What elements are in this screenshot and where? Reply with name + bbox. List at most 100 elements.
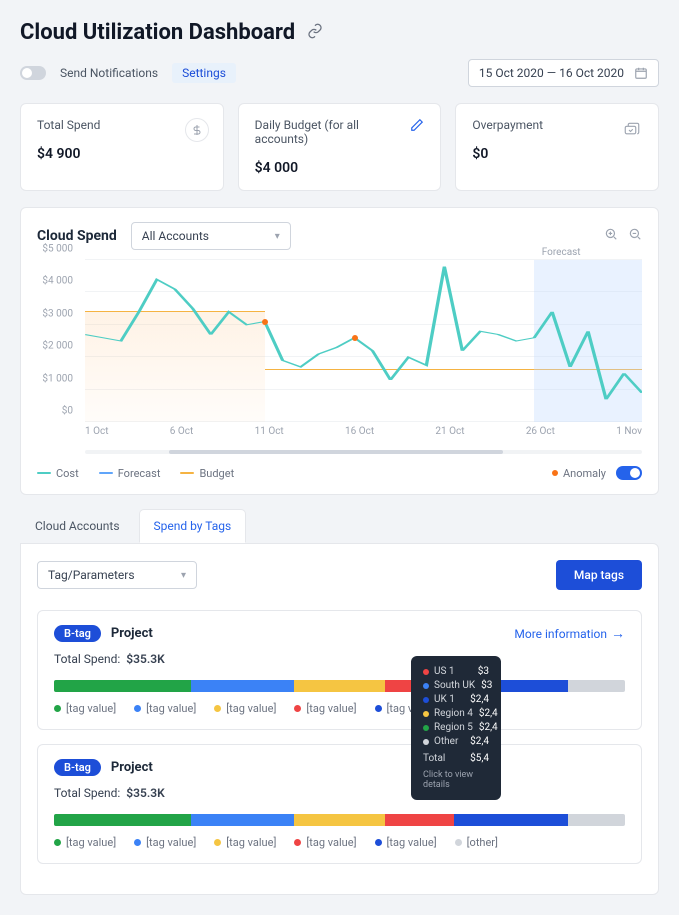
notifications-toggle[interactable]: [20, 66, 46, 80]
chart-scrollbar[interactable]: [85, 450, 642, 454]
legend-label: [tag value]: [306, 702, 356, 715]
legend-dot: [294, 839, 301, 846]
legend-cost[interactable]: Cost: [37, 467, 79, 480]
tag-parameter-value: Tag/Parameters: [48, 568, 135, 582]
legend-item[interactable]: [tag value]: [214, 702, 276, 715]
edit-budget-button[interactable]: [410, 118, 424, 136]
legend-label: [tag value]: [146, 836, 196, 849]
refund-icon: [620, 118, 644, 142]
chevron-down-icon: ▾: [275, 231, 280, 242]
legend-dot: [375, 839, 382, 846]
settings-button[interactable]: Settings: [172, 63, 236, 83]
project-name: Project: [111, 760, 153, 775]
spend-by-tags-panel: Tag/Parameters ▾ Map tags B-tag Project Mo…: [20, 543, 659, 895]
anomaly-dot[interactable]: [352, 335, 358, 341]
legend-label: [other]: [467, 836, 498, 849]
b-tag-badge: B-tag: [54, 625, 101, 642]
tag-legend: [tag value] [tag value] [tag value] [tag va…: [54, 836, 625, 849]
bar-segment[interactable]: [191, 680, 294, 692]
cost-line: [85, 260, 642, 422]
legend-dot: [134, 705, 141, 712]
legend-item[interactable]: [tag value]: [54, 836, 116, 849]
bar-segment[interactable]: [294, 680, 385, 692]
notifications-label: Send Notifications: [60, 66, 158, 80]
legend-dot: [294, 705, 301, 712]
legend-item[interactable]: [tag value]: [294, 702, 356, 715]
legend-dot: [375, 705, 382, 712]
bar-segment[interactable]: [54, 814, 191, 826]
x-tick: 26 Oct: [526, 426, 555, 440]
legend-item[interactable]: [tag value]: [214, 836, 276, 849]
bar-segment[interactable]: [191, 814, 294, 826]
forecast-label: Forecast: [542, 247, 581, 258]
tab-spend-by-tags[interactable]: Spend by Tags: [139, 509, 247, 543]
tag-parameter-select[interactable]: Tag/Parameters ▾: [37, 561, 197, 589]
project-name: Project: [111, 626, 153, 641]
bar-segment[interactable]: [385, 814, 454, 826]
anomaly-dot[interactable]: [262, 319, 268, 325]
date-range-picker[interactable]: 15 Oct 2020 — 16 Oct 2020: [468, 59, 659, 87]
legend-dot: [54, 705, 61, 712]
cloud-spend-title: Cloud Spend: [37, 228, 117, 244]
account-select[interactable]: All Accounts ▾: [131, 222, 291, 250]
map-tags-button[interactable]: Map tags: [556, 560, 642, 590]
legend-item[interactable]: [tag value]: [375, 836, 437, 849]
bar-segment[interactable]: [454, 814, 568, 826]
bar-segment[interactable]: [568, 680, 625, 692]
link-icon[interactable]: [307, 23, 323, 43]
stacked-bar[interactable]: [54, 814, 625, 826]
zoom-out-button[interactable]: [628, 227, 642, 245]
legend-item[interactable]: [other]: [455, 836, 498, 849]
legend-label: [tag value]: [146, 702, 196, 715]
x-tick: 1 Oct: [85, 426, 109, 440]
card-daily-budget: Daily Budget (for all accounts) $4 000: [238, 103, 442, 191]
tag-total-spend: Total Spend: $35.3K: [54, 786, 625, 800]
tag-section: B-tag Project Total Spend: $35.3K [tag valu…: [37, 744, 642, 864]
tab-cloud-accounts[interactable]: Cloud Accounts: [20, 509, 135, 543]
x-tick: 1 Nov: [616, 426, 642, 440]
b-tag-badge: B-tag: [54, 759, 101, 776]
legend-label: [tag value]: [226, 702, 276, 715]
x-tick: 16 Oct: [345, 426, 374, 440]
legend-dot: [214, 839, 221, 846]
y-tick: $3 000: [42, 308, 73, 319]
daily-budget-value: $4 000: [255, 160, 425, 176]
legend-label: [tag value]: [66, 702, 116, 715]
legend-label: [tag value]: [66, 836, 116, 849]
legend-dot: [214, 705, 221, 712]
legend-anomaly: Anomaly: [552, 467, 606, 480]
total-spend-label: Total Spend: [37, 118, 207, 132]
y-tick: $4 000: [42, 276, 73, 287]
legend-label: [tag value]: [387, 836, 437, 849]
stacked-bar[interactable]: [54, 680, 625, 692]
chevron-down-icon: ▾: [181, 570, 186, 581]
legend-label: [tag value]: [306, 836, 356, 849]
x-tick: 6 Oct: [170, 426, 194, 440]
date-range-value: 15 Oct 2020 — 16 Oct 2020: [479, 66, 624, 80]
bar-segment[interactable]: [294, 814, 385, 826]
arrow-right-icon: →: [611, 625, 625, 642]
pencil-icon: [410, 118, 424, 132]
y-tick: $0: [62, 406, 73, 417]
x-tick: 21 Oct: [435, 426, 464, 440]
bar-segment[interactable]: [568, 814, 625, 826]
legend-item[interactable]: [tag value]: [134, 702, 196, 715]
y-tick: $1 000: [42, 373, 73, 384]
tag-legend: [tag value] [tag value] [tag value] [tag va…: [54, 702, 625, 715]
tag-section: B-tagProjectMore information→Total Spend…: [37, 610, 642, 730]
legend-forecast[interactable]: Forecast: [99, 467, 161, 480]
legend-budget[interactable]: Budget: [180, 467, 234, 480]
segment-tooltip[interactable]: US 1$3South UK$3UK 1$2,4Region 4$2,4Regi…: [411, 656, 501, 800]
card-total-spend: Total Spend $4 900: [20, 103, 224, 191]
x-tick: 11 Oct: [255, 426, 284, 440]
legend-item[interactable]: [tag value]: [294, 836, 356, 849]
zoom-in-button[interactable]: [604, 227, 618, 245]
more-information-link[interactable]: More information→: [514, 625, 625, 642]
anomaly-toggle[interactable]: [616, 466, 642, 480]
cloud-spend-card: Cloud Spend All Accounts ▾ $0$1 000$2 00…: [20, 207, 659, 495]
bar-segment[interactable]: [54, 680, 191, 692]
legend-item[interactable]: [tag value]: [134, 836, 196, 849]
chart-area[interactable]: $0$1 000$2 000$3 000$4 000$5 000 Forecas…: [37, 260, 642, 440]
total-spend-value: $4 900: [37, 146, 207, 162]
legend-item[interactable]: [tag value]: [54, 702, 116, 715]
